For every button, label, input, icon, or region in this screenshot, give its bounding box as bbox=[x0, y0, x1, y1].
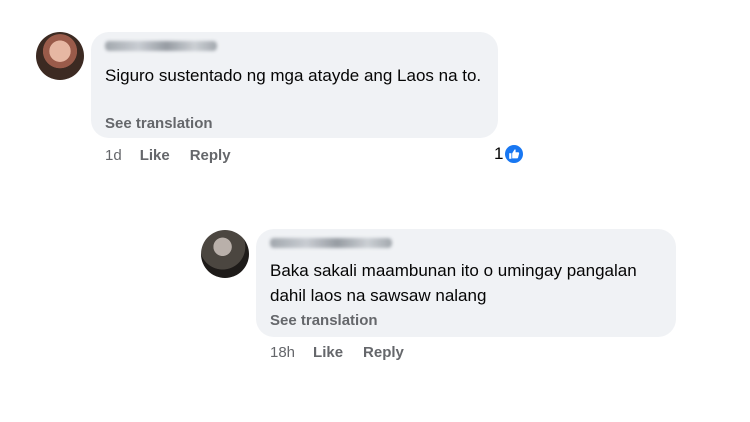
comment-timestamp[interactable]: 18h bbox=[270, 344, 295, 361]
reaction-count: 1 bbox=[494, 144, 504, 163]
reply-button[interactable]: Reply bbox=[190, 147, 231, 164]
comment-text: Baka sakali maambunan ito o umingay pang… bbox=[270, 261, 637, 305]
comment-timestamp[interactable]: 1d bbox=[105, 147, 122, 164]
like-button[interactable]: Like bbox=[313, 344, 343, 361]
see-translation-link[interactable]: See translation bbox=[270, 312, 378, 329]
avatar[interactable] bbox=[36, 32, 84, 80]
reaction-summary[interactable]: 1 bbox=[494, 144, 525, 164]
comment-actions: 18h Like Reply bbox=[270, 344, 424, 361]
reply-button[interactable]: Reply bbox=[363, 344, 404, 361]
comment-text: Siguro sustentado ng mga atayde ang Laos… bbox=[105, 66, 482, 85]
comment-bubble: Siguro sustentado ng mga atayde ang Laos… bbox=[91, 32, 498, 138]
see-translation-link[interactable]: See translation bbox=[105, 115, 213, 132]
blurred-author-name[interactable] bbox=[105, 41, 217, 51]
blurred-author-name[interactable] bbox=[270, 238, 392, 248]
comment-thread: Siguro sustentado ng mga atayde ang Laos… bbox=[0, 0, 750, 422]
avatar[interactable] bbox=[201, 230, 249, 278]
comment-bubble: Baka sakali maambunan ito o umingay pang… bbox=[256, 229, 676, 337]
like-button[interactable]: Like bbox=[140, 147, 170, 164]
like-icon bbox=[504, 144, 525, 164]
comment-actions: 1d Like Reply bbox=[105, 147, 251, 164]
